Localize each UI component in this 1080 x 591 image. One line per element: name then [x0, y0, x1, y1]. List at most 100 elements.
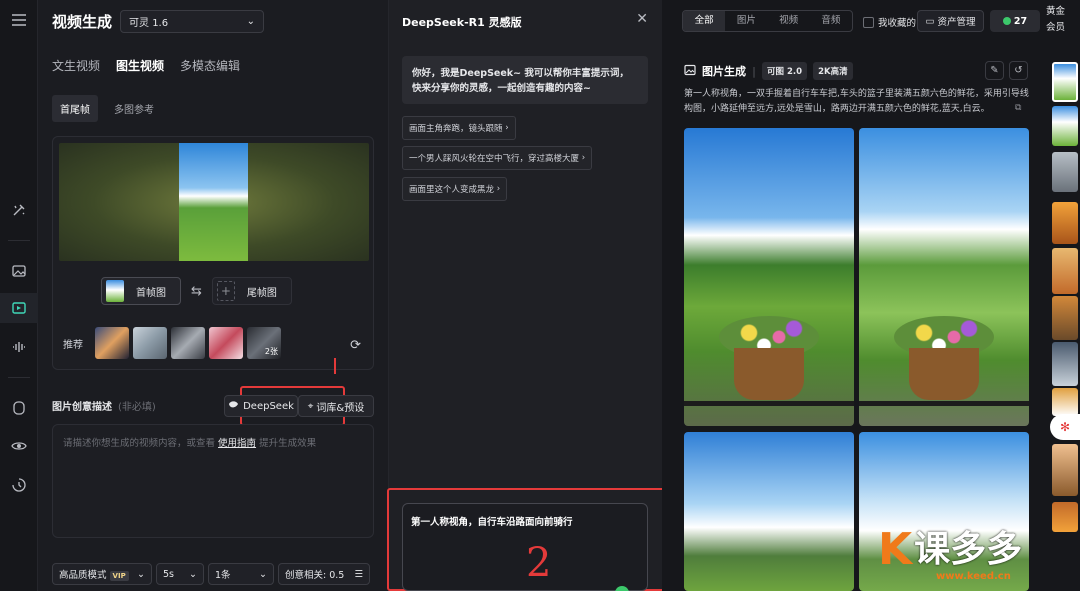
model-select-value: 可灵 1.6 — [129, 18, 169, 29]
history-thumb[interactable] — [1052, 62, 1078, 102]
refresh-icon[interactable]: ⟳ — [350, 338, 361, 353]
tab-multimodal-edit[interactable]: 多模态编辑 — [180, 57, 240, 74]
subtab-first-last-frame[interactable]: 首尾帧 — [52, 95, 98, 122]
basket-shape — [734, 348, 804, 400]
description-heading: 图片创意描述 (非必填) — [52, 398, 156, 413]
history-thumb[interactable] — [1052, 296, 1078, 340]
recommend-thumb[interactable] — [95, 327, 129, 359]
suggestion-chip[interactable]: 画面里这个人变成黑龙 › — [402, 177, 508, 201]
credits-badge[interactable]: 27 — [990, 10, 1040, 32]
library-presets-button[interactable]: ⌖ 词库&预设 — [298, 395, 374, 417]
subtab-multi-image-ref[interactable]: 多图参考 — [106, 95, 162, 122]
quality-mode-label: 高品质模式 — [59, 570, 107, 581]
history-thumb[interactable] — [1052, 342, 1078, 386]
duration-select[interactable]: 5s ⌄ — [156, 563, 204, 585]
description-title: 图片创意描述 — [52, 402, 112, 413]
annotation-number: 2 — [526, 540, 552, 586]
history-thumb[interactable] — [1052, 202, 1078, 244]
history-thumb[interactable] — [1052, 106, 1078, 146]
suggestion-chip[interactable]: 画面主角奔跑，镜头跟随 › — [402, 116, 516, 140]
suggestion-text: 一个男人踩风火轮在空中飞行，穿过高楼大厦 — [409, 154, 580, 164]
filter-image[interactable]: 图片 — [725, 11, 767, 31]
history-thumb[interactable] — [1052, 152, 1078, 192]
quality-mode-select[interactable]: 高品质模式 VIP ⌄ — [52, 563, 152, 585]
generated-image[interactable] — [684, 432, 854, 591]
credit-icon — [1002, 17, 1011, 25]
first-frame-button[interactable]: 首帧图 — [101, 277, 181, 305]
frame-preview — [59, 143, 369, 261]
last-frame-button[interactable]: + 尾帧图 — [211, 277, 292, 305]
video-icon[interactable] — [0, 293, 38, 323]
asset-filter-tabs: 全部 图片 视频 音频 — [682, 10, 853, 32]
chevron-down-icon: ⌄ — [246, 16, 256, 27]
assistant-greeting: 你好，我是DeepSeek~ 我可以帮你丰富提示词，快来分享你的灵感，一起创造有… — [402, 56, 648, 104]
recommend-count: 2张 — [264, 347, 278, 356]
last-frame-label: 尾帧图 — [246, 287, 277, 299]
swap-icon[interactable]: ⇆ — [191, 284, 202, 299]
deepseek-chat-panel: DeepSeek-R1 灵感版 ✕ 你好，我是DeepSeek~ 我可以帮你丰富… — [387, 0, 665, 591]
regenerate-icon[interactable]: ↺ — [1009, 61, 1028, 80]
membership-badge[interactable]: 黄金会员 — [1046, 4, 1068, 36]
filter-audio[interactable]: 音频 — [810, 11, 852, 31]
first-frame-thumbnail — [106, 280, 124, 302]
recommend-thumb[interactable] — [171, 327, 205, 359]
history-thumb[interactable] — [1052, 502, 1078, 532]
image-icon[interactable] — [9, 261, 29, 281]
chat-title: DeepSeek-R1 灵感版 — [402, 16, 522, 29]
prompt-placeholder: 请描述你想生成的视频内容，或查看 — [63, 438, 219, 449]
count-select[interactable]: 1条 ⌄ — [208, 563, 274, 585]
menu-icon[interactable] — [9, 10, 29, 30]
history-thumb[interactable] — [1052, 388, 1078, 416]
history-thumb[interactable] — [1052, 248, 1078, 294]
filter-video[interactable]: 视频 — [768, 11, 810, 31]
watermark-url: www.keed.cn — [936, 571, 1011, 582]
asset-management-button[interactable]: ▭ 资产管理 — [917, 10, 984, 32]
recommend-thumb[interactable] — [209, 327, 243, 359]
model-icon[interactable] — [9, 398, 29, 418]
recommend-label: 推荐 — [63, 339, 83, 351]
suggestion-chip[interactable]: 一个男人踩风火轮在空中飞行，穿过高楼大厦 › — [402, 146, 593, 170]
annotation-mark — [334, 358, 336, 374]
basket-shape — [909, 348, 979, 400]
handlebar-shape — [684, 401, 854, 406]
magic-brush-icon[interactable] — [9, 200, 29, 220]
audio-wave-icon[interactable] — [9, 337, 29, 357]
recommend-thumb-more[interactable]: 2张 — [247, 327, 281, 359]
generation-title: 图片生成 — [702, 65, 746, 78]
creativity-control[interactable]: 创意相关: 0.5 ☰ — [278, 563, 370, 585]
generated-image[interactable] — [684, 128, 854, 426]
suggestion-text: 画面主角奔跑，镜头跟随 — [409, 124, 503, 134]
tab-image-to-video[interactable]: 图生视频 — [116, 57, 164, 74]
count-value: 1条 — [215, 570, 231, 581]
frame-upload-card: 首帧图 ⇆ + 尾帧图 推荐 2张 ⟳ — [52, 136, 374, 370]
eye-icon[interactable] — [9, 436, 29, 456]
creativity-value: 创意相关: 0.5 — [285, 570, 345, 581]
model-select[interactable]: 可灵 1.6 ⌄ — [120, 10, 265, 33]
recommend-thumb[interactable] — [133, 327, 167, 359]
sliders-icon: ☰ — [354, 568, 363, 580]
close-icon[interactable]: ✕ — [636, 11, 648, 27]
handlebar-shape — [859, 401, 1029, 406]
generation-prompt: 第一人称视角，一双手握着自行车车把,车头的篮子里装满五颜六色的鲜花，采用引导线构… — [684, 89, 1029, 114]
chat-input[interactable]: 第一人称视角，自行车沿路面向前骑行 — [402, 503, 648, 591]
favorites-toggle[interactable]: 我收藏的 — [863, 15, 916, 29]
generated-image[interactable] — [859, 128, 1029, 426]
favorites-checkbox[interactable] — [863, 16, 874, 28]
duration-value: 5s — [163, 568, 174, 580]
history-icon[interactable] — [9, 475, 29, 495]
filter-all[interactable]: 全部 — [683, 11, 726, 31]
chevron-right-icon: › — [505, 123, 509, 133]
tab-text-to-video[interactable]: 文生视频 — [52, 57, 100, 74]
deepseek-button[interactable]: DeepSeek — [224, 395, 298, 417]
first-frame-image — [179, 143, 248, 261]
deepseek-label: DeepSeek — [243, 400, 294, 412]
prompt-textarea[interactable]: 请描述你想生成的视频内容，或查看 使用指南 提升生成效果 — [52, 424, 374, 538]
chevron-down-icon: ⌄ — [259, 568, 267, 580]
history-thumb[interactable] — [1052, 444, 1078, 496]
asset-management-label: 资产管理 — [937, 17, 976, 28]
copy-icon[interactable]: ⧉ — [1015, 103, 1021, 113]
floating-assistant-button[interactable]: ✻ — [1050, 414, 1080, 440]
vip-badge: VIP — [109, 571, 129, 581]
edit-icon[interactable]: ✎ — [985, 61, 1004, 80]
usage-guide-link[interactable]: 使用指南 — [218, 438, 256, 449]
